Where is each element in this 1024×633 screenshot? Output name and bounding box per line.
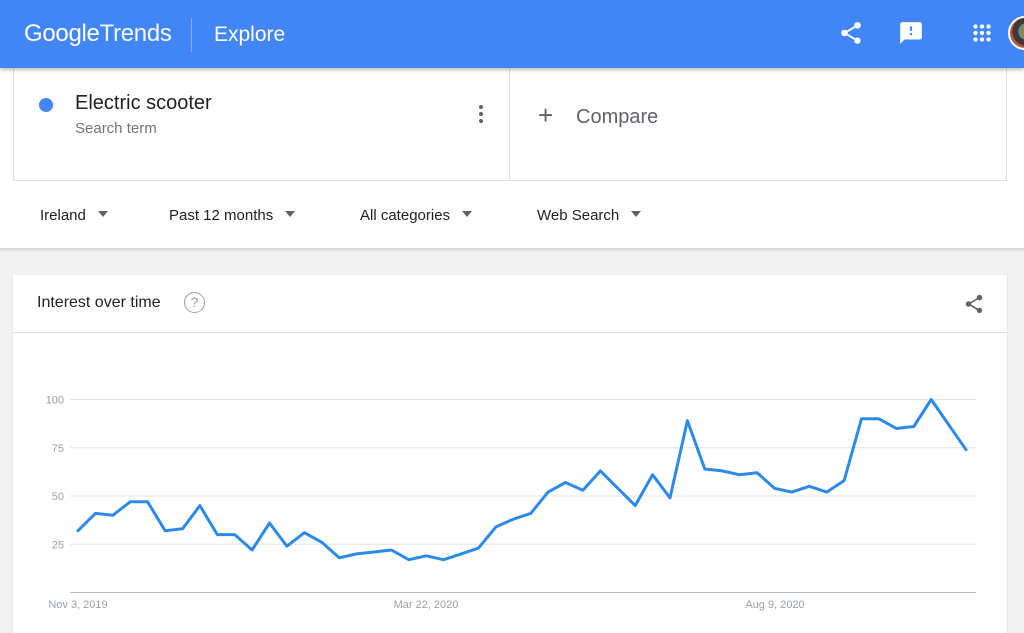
data-point[interactable] — [301, 530, 307, 536]
logo-google-text: Google — [24, 20, 100, 47]
page-title: Explore — [214, 23, 286, 46]
data-point[interactable] — [336, 555, 342, 561]
series-line — [76, 398, 968, 562]
data-point[interactable] — [528, 510, 534, 516]
category-dropdown[interactable]: All categories — [360, 207, 473, 224]
y-tick-label: 25 — [52, 539, 64, 551]
interest-chart[interactable]: 25 50 75 100 Nov 3, 2019 Mar 22, 2020 Aug 9, 2… — [13, 333, 1007, 633]
add-icon: + — [538, 100, 554, 130]
term-color-dot — [39, 98, 53, 112]
search-term-panel: Electric scooter Search term + Compare I… — [0, 68, 1024, 249]
data-point[interactable] — [319, 539, 325, 545]
share-icon[interactable] — [963, 293, 985, 315]
data-point[interactable] — [493, 524, 499, 530]
feedback-icon[interactable] — [898, 20, 924, 46]
compare-card[interactable]: + Compare — [510, 68, 1007, 181]
dropdown-arrow-icon — [97, 211, 108, 217]
x-tick-label: Mar 22, 2020 — [394, 599, 459, 611]
data-point[interactable] — [597, 468, 603, 474]
card-header: Interest over time ? — [13, 275, 1007, 333]
data-point[interactable] — [267, 520, 273, 526]
header-divider — [191, 18, 192, 52]
data-point[interactable] — [110, 512, 116, 518]
category-value: All categories — [360, 207, 451, 224]
data-point[interactable] — [911, 424, 917, 430]
share-icon[interactable] — [838, 20, 864, 46]
data-point[interactable] — [876, 416, 882, 422]
search-term-type: Search term — [75, 120, 157, 137]
dropdown-arrow-icon — [285, 211, 296, 217]
data-point[interactable] — [545, 489, 551, 495]
search-type-value: Web Search — [537, 207, 620, 224]
data-point[interactable] — [145, 499, 151, 505]
card-title: Interest over time — [37, 294, 161, 311]
time-range-dropdown[interactable]: Past 12 months — [169, 207, 296, 224]
data-point[interactable] — [754, 470, 760, 476]
data-point[interactable] — [563, 479, 569, 485]
data-point[interactable] — [737, 472, 743, 478]
data-point[interactable] — [841, 478, 847, 484]
logo-trends-text: Trends — [99, 20, 172, 47]
data-point[interactable] — [197, 503, 203, 509]
data-point[interactable] — [632, 503, 638, 509]
region-value: Ireland — [40, 207, 86, 224]
y-tick-label: 75 — [52, 443, 64, 455]
apps-grid-icon[interactable] — [969, 20, 995, 46]
x-tick-label: Aug 9, 2020 — [745, 599, 804, 611]
data-point[interactable] — [371, 549, 377, 555]
data-point[interactable] — [806, 483, 812, 489]
data-point[interactable] — [179, 526, 185, 532]
line-chart: 25 50 75 100 Nov 3, 2019 Mar 22, 2020 Aug 9, 2… — [46, 395, 976, 611]
search-term-card[interactable]: Electric scooter Search term — [13, 68, 510, 181]
region-dropdown[interactable]: Ireland — [40, 207, 108, 224]
interest-over-time-card: Interest over time ? 25 50 75 100 Nov 3, 201… — [13, 275, 1007, 633]
data-point[interactable] — [580, 487, 586, 493]
compare-label[interactable]: Compare — [576, 106, 658, 129]
data-point[interactable] — [214, 532, 220, 538]
data-point[interactable] — [423, 553, 429, 559]
data-point[interactable] — [388, 547, 394, 553]
data-point[interactable] — [162, 528, 168, 534]
data-point[interactable] — [284, 543, 290, 549]
y-tick-label: 50 — [52, 491, 64, 503]
data-point[interactable] — [667, 495, 673, 501]
top-app-bar: GoogleTrends Explore — [0, 0, 1024, 68]
account-avatar[interactable] — [1008, 16, 1024, 50]
time-range-value: Past 12 months — [169, 207, 274, 224]
more-vert-icon[interactable] — [475, 104, 487, 124]
data-point[interactable] — [824, 489, 830, 495]
data-point[interactable] — [946, 422, 952, 428]
data-point[interactable] — [475, 545, 481, 551]
search-term-name[interactable]: Electric scooter — [75, 92, 212, 115]
data-point[interactable] — [650, 472, 656, 478]
help-icon[interactable]: ? — [184, 292, 205, 313]
data-point[interactable] — [928, 397, 934, 403]
data-point[interactable] — [615, 485, 621, 491]
data-point[interactable] — [963, 447, 969, 453]
data-point[interactable] — [232, 532, 238, 538]
data-point[interactable] — [458, 551, 464, 557]
data-point[interactable] — [684, 418, 690, 424]
search-type-dropdown[interactable]: Web Search — [537, 207, 642, 224]
data-point[interactable] — [441, 557, 447, 563]
data-point[interactable] — [127, 499, 133, 505]
data-point[interactable] — [75, 528, 81, 534]
data-point[interactable] — [92, 510, 98, 516]
x-tick-label: Nov 3, 2019 — [48, 599, 107, 611]
data-point[interactable] — [510, 516, 516, 522]
data-point[interactable] — [771, 485, 777, 491]
data-point[interactable] — [789, 489, 795, 495]
google-trends-logo[interactable]: GoogleTrends — [24, 20, 172, 48]
data-point[interactable] — [702, 466, 708, 472]
dropdown-arrow-icon — [631, 211, 642, 217]
data-point[interactable] — [893, 425, 899, 431]
y-tick-label: 100 — [46, 395, 64, 407]
data-point[interactable] — [859, 416, 865, 422]
data-point[interactable] — [719, 468, 725, 474]
filter-bar: Ireland Past 12 months All categories We… — [0, 181, 1024, 249]
data-point[interactable] — [249, 547, 255, 553]
data-point[interactable] — [354, 551, 360, 557]
dropdown-arrow-icon — [462, 211, 473, 217]
data-point[interactable] — [406, 557, 412, 563]
